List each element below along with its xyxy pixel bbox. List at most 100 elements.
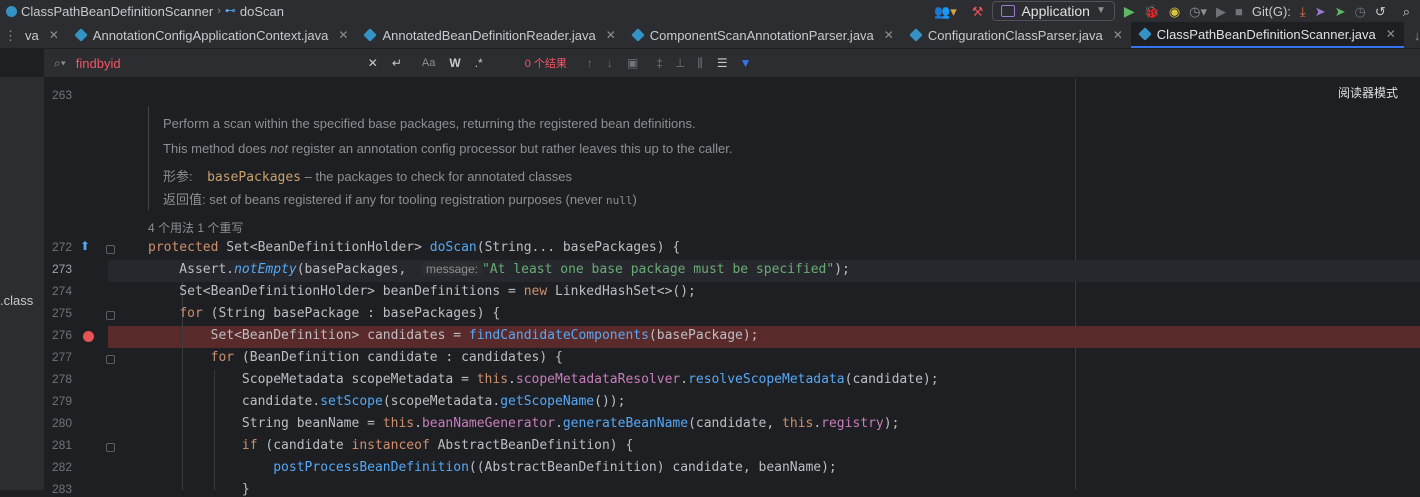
chevron-right-icon: › <box>217 4 221 17</box>
doc-text: This method does <box>163 141 270 156</box>
code-line[interactable]: Assert.notEmpty(basePackages, message: "A… <box>148 262 850 277</box>
fold-icon[interactable] <box>106 311 115 320</box>
search-everywhere-icon[interactable]: ⌕ <box>1403 5 1410 18</box>
tab-label: ClassPathBeanDefinitionScanner.java <box>1156 26 1376 42</box>
history-icon[interactable]: ◷ <box>1354 5 1365 18</box>
gutter[interactable]: 263 272 273 274 275 276 277 278 279 280 … <box>44 78 115 496</box>
git-label: Git(G): <box>1251 3 1291 19</box>
stop-icon[interactable]: ■ <box>1235 5 1243 18</box>
tab-list-icon[interactable]: ⋮ <box>4 29 17 42</box>
rollback-icon[interactable]: ↺ <box>1375 5 1386 18</box>
user-icon[interactable]: 👥▾ <box>934 5 957 18</box>
arrow-up-icon[interactable]: ↑ <box>587 56 593 70</box>
code-line[interactable]: String beanName = this.beanNameGenerator… <box>148 416 900 431</box>
resume-icon[interactable]: ▶ <box>1216 5 1226 18</box>
git-update-icon[interactable]: ⤓ <box>1300 5 1306 18</box>
tab-component-scan-annotation-parser[interactable]: ComponentScanAnnotationParser.java ✕ <box>624 22 902 48</box>
run-configuration-select[interactable]: Application ▼ <box>992 1 1115 21</box>
code-line[interactable]: ScopeMetadata scopeMetadata = this.scope… <box>148 372 939 387</box>
git-commit-icon[interactable]: ➤ <box>1335 5 1346 18</box>
profile-icon[interactable]: ◷▾ <box>1189 5 1207 18</box>
tab-configuration-class-parser[interactable]: ConfigurationClassParser.java ✕ <box>902 22 1131 48</box>
code-line[interactable]: protected Set<BeanDefinitionHolder> doSc… <box>148 240 680 255</box>
javadoc-block: Perform a scan within the specified base… <box>148 106 1079 210</box>
fold-icon[interactable] <box>106 443 115 452</box>
navigation-bar: ClassPathBeanDefinitionScanner › ⊷ doSca… <box>0 0 1420 22</box>
doc-text: register an annotation config processor … <box>288 141 733 156</box>
doc-emphasis: not <box>269 141 289 156</box>
close-icon[interactable]: ✕ <box>1113 28 1123 42</box>
add-occurrence-icon[interactable]: ‡ <box>656 56 663 70</box>
breadcrumb: ClassPathBeanDefinitionScanner › ⊷ doSca… <box>6 4 284 19</box>
reader-mode-button[interactable]: 阅读器模式 <box>1338 84 1398 101</box>
code-editor[interactable]: 阅读器模式 263 272 273 274 275 276 277 278 27… <box>44 78 1420 497</box>
editor-tabs: ⋮ va ✕ AnnotationConfigApplicationContex… <box>0 22 1420 49</box>
breadcrumb-method[interactable]: doScan <box>240 4 284 19</box>
tab-left-arrow[interactable]: ⋮ <box>0 22 25 48</box>
clear-search-icon[interactable]: ✕ <box>368 56 378 70</box>
java-class-icon <box>363 28 378 42</box>
code-line[interactable]: for (BeanDefinition candidate : candidat… <box>148 350 563 365</box>
arrow-down-icon[interactable]: ↓ <box>1414 29 1420 42</box>
code-line[interactable]: if (candidate instanceof AbstractBeanDef… <box>148 438 633 453</box>
new-line-icon[interactable]: ↵ <box>392 56 402 70</box>
param-name: basePackages <box>207 170 301 185</box>
tab-label: AnnotatedBeanDefinitionReader.java <box>382 27 596 43</box>
line-number: 282 <box>51 460 72 474</box>
tab-more[interactable]: ↓ <box>1404 22 1420 48</box>
code-line[interactable]: for (String basePackage : basePackages) … <box>148 306 500 321</box>
param-desc: – the packages to check for annotated cl… <box>301 169 573 184</box>
debug-icon[interactable]: 🐞 <box>1144 5 1160 18</box>
match-case-toggle[interactable]: Aa <box>422 57 435 69</box>
line-number: 279 <box>51 394 72 408</box>
run-icon[interactable]: ▶ <box>1124 4 1135 18</box>
code-line[interactable]: Set<BeanDefinition> candidates = findCan… <box>148 328 759 343</box>
fold-icon[interactable] <box>106 355 115 364</box>
doc-line: This method does not register an annotat… <box>163 141 732 156</box>
select-all-occurrences-icon[interactable]: ▣ <box>627 56 638 70</box>
whole-word-toggle[interactable]: W <box>449 56 460 70</box>
tab-label: ConfigurationClassParser.java <box>927 27 1103 43</box>
code-line[interactable]: Set<BeanDefinitionHolder> beanDefinition… <box>148 284 696 299</box>
open-in-window-icon[interactable]: ☰ <box>717 56 728 70</box>
java-class-icon <box>630 28 645 42</box>
arrow-down-icon[interactable]: ↓ <box>607 56 613 70</box>
java-class-icon <box>909 28 923 42</box>
build-hammer-icon[interactable]: ⚒ <box>972 5 984 18</box>
tab-class-path-bean-definition-scanner[interactable]: ClassPathBeanDefinitionScanner.java ✕ <box>1130 22 1404 48</box>
usages-hint[interactable]: 4 个用法 1 个重写 <box>148 219 243 236</box>
tab-va[interactable]: va ✕ <box>25 22 67 48</box>
line-number: 263 <box>51 88 72 102</box>
close-icon[interactable]: ✕ <box>338 28 348 42</box>
search-input[interactable] <box>73 54 368 72</box>
chevron-down-icon: ▼ <box>1095 5 1106 16</box>
tab-annotated-bean-definition-reader[interactable]: AnnotatedBeanDefinitionReader.java ✕ <box>356 22 623 48</box>
doc-return: 返回值: set of beans registered if any for … <box>163 189 637 208</box>
close-icon[interactable]: ✕ <box>1386 27 1396 41</box>
return-label: 返回值: <box>163 192 206 207</box>
override-marker-icon[interactable]: ⬆ <box>80 240 90 252</box>
line-number: 277 <box>51 350 72 364</box>
search-icon[interactable]: ⌕▾ <box>54 56 66 71</box>
regex-toggle[interactable]: .* <box>475 56 483 70</box>
breadcrumb-class[interactable]: ClassPathBeanDefinitionScanner <box>21 4 213 19</box>
close-icon[interactable]: ✕ <box>49 28 59 42</box>
remove-occurrence-icon[interactable]: ⊥ <box>675 56 685 70</box>
tab-annotation-config-application-context[interactable]: AnnotationConfigApplicationContext.java … <box>67 22 357 48</box>
close-icon[interactable]: ✕ <box>606 28 616 42</box>
sidebar-class-label[interactable]: .class <box>0 293 33 308</box>
project-sidebar: .class <box>0 49 44 490</box>
class-icon <box>6 5 17 17</box>
coverage-icon[interactable]: ◉ <box>1169 5 1180 18</box>
fold-icon[interactable] <box>106 245 115 254</box>
doc-line: Perform a scan within the specified base… <box>163 116 696 131</box>
select-all-icon[interactable]: ⫼ <box>697 56 703 71</box>
doc-param: 形参: basePackages – the packages to check… <box>163 166 572 185</box>
close-icon[interactable]: ✕ <box>884 28 894 42</box>
return-end: ) <box>632 192 637 207</box>
code-line[interactable]: postProcessBeanDefinition((AbstractBeanD… <box>148 460 837 475</box>
git-push-icon[interactable]: ➤ <box>1315 5 1326 18</box>
code-line[interactable]: candidate.setScope(scopeMetadata.getScop… <box>148 394 626 409</box>
filter-icon[interactable]: ▼ <box>740 56 752 70</box>
breakpoint-icon[interactable] <box>83 331 94 342</box>
